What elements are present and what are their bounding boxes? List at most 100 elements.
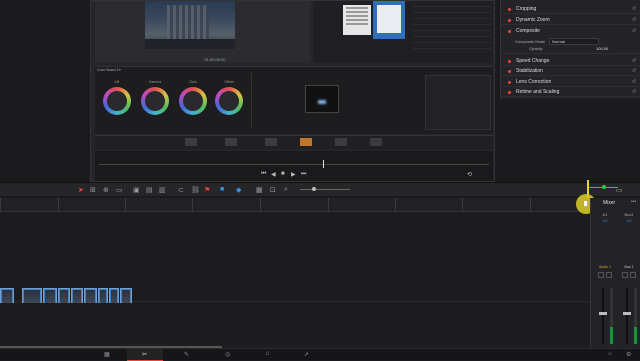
inspector-speed-change[interactable]: Speed Change ↺ (501, 56, 640, 66)
composite-mode-select[interactable]: Normal (549, 38, 599, 45)
mini-thumb[interactable] (335, 138, 347, 146)
enable-dot[interactable] (508, 59, 511, 63)
skip-end-icon[interactable]: ⏭ (301, 171, 306, 178)
home-icon[interactable]: ⌂ (608, 351, 612, 357)
skip-start-icon[interactable]: ⏮ (261, 171, 266, 178)
inspector-cropping[interactable]: Cropping ↺ (501, 4, 640, 14)
offset-wheel[interactable] (215, 87, 243, 115)
audio-track[interactable] (0, 303, 590, 343)
playhead[interactable] (323, 160, 324, 168)
detail-zoom-icon[interactable]: ⊡ (270, 186, 276, 194)
inspector-panel: Cropping ↺ Dynamic Zoom ↺ Composite ↺ Co… (500, 0, 640, 99)
reset-icon[interactable]: ↺ (632, 68, 636, 74)
mini-thumb[interactable] (185, 138, 197, 146)
mini-thumb[interactable] (370, 138, 382, 146)
blade-tool-icon[interactable]: ▭ (116, 186, 123, 194)
media-page-icon[interactable]: ▦ (104, 351, 110, 358)
overwrite-clip-icon[interactable]: ▤ (146, 186, 153, 194)
settings-icon[interactable]: ⚙ (626, 351, 631, 358)
timecode-ruler[interactable]: 01:00:00 01:06:24:00 01:08:32:00 01:10:4… (0, 198, 590, 216)
clip-strip (95, 135, 493, 149)
channel-value[interactable]: 0.0 (594, 219, 616, 223)
enable-dot[interactable] (508, 80, 511, 84)
stop-icon[interactable]: ■ (281, 171, 285, 177)
solo-button[interactable] (630, 272, 636, 278)
deliver-page-icon[interactable]: ➚ (304, 351, 309, 358)
mixer-title: Mixer (603, 200, 616, 206)
edit-page-icon[interactable]: ✎ (184, 351, 189, 358)
fader-track[interactable] (602, 288, 604, 344)
gain-wheel[interactable] (179, 87, 207, 115)
inspector-lens-correction[interactable]: Lens Correction ↺ (501, 77, 640, 87)
video-track[interactable]: 00... C... C... C... C... C... 00... C. (0, 212, 590, 318)
curves-panel (251, 73, 301, 128)
reset-icon[interactable]: ↺ (632, 17, 636, 23)
preview-window: 01:00:00:00 Color Board 1b Lift Gamma Ga… (90, 0, 495, 182)
inspector-item-label: Composite (516, 28, 540, 34)
snapping-icon[interactable]: ⊂ (178, 186, 184, 194)
enable-dot[interactable] (508, 18, 511, 22)
inspector-stabilization[interactable]: Stabilization ↺ (501, 66, 640, 76)
channel-value[interactable]: 0.0 (618, 219, 640, 223)
custom-zoom-icon[interactable]: ⌕ (284, 186, 288, 194)
page-navigation-bar: ▦ ✂ ✎ ◎ ♫ ➚ ⌂ ⚙ (0, 348, 640, 361)
inspector-item-label: Speed Change (516, 58, 550, 64)
enable-dot[interactable] (508, 29, 511, 33)
insert-clip-icon[interactable]: ▣ (133, 186, 140, 194)
solo-button[interactable] (606, 272, 612, 278)
step-back-icon[interactable]: ◀ (271, 171, 276, 178)
dynamic-trim-icon[interactable]: ⊕ (103, 186, 109, 194)
mute-button[interactable] (598, 272, 604, 278)
enable-dot[interactable] (508, 90, 511, 94)
marker-icon[interactable]: ◆ (236, 186, 241, 194)
reset-icon[interactable]: ↺ (632, 89, 636, 95)
composite-mode-label: Composite Mode (515, 39, 546, 44)
selection-tool-icon[interactable]: ➤ (78, 186, 84, 194)
mini-thumb[interactable] (225, 138, 237, 146)
inner-right-panel (313, 1, 493, 63)
reset-icon[interactable]: ↺ (632, 6, 636, 12)
lift-wheel[interactable] (103, 87, 131, 115)
timeline-area[interactable]: 01:00:00 01:06:24:00 01:08:32:00 01:10:4… (0, 198, 590, 348)
reset-icon[interactable]: ↺ (632, 28, 636, 34)
inspector-item-label: Stabilization (516, 68, 543, 74)
zoom-slider[interactable] (300, 189, 350, 190)
inner-inspector (413, 1, 491, 63)
trim-tool-icon[interactable]: ⊞ (90, 186, 96, 194)
color-panel-label: Color Board 1b (97, 68, 121, 72)
inspector-retime-scaling[interactable]: Retime and Scaling ↺ (501, 87, 640, 97)
mixer-panel: Mixer ••• A1 0.0 Audio 1 Bus1 0.0 Bus 1 (590, 198, 640, 348)
scrub-bar[interactable] (99, 164, 489, 165)
reset-icon[interactable]: ↺ (632, 79, 636, 85)
mini-thumb[interactable] (265, 138, 277, 146)
enable-dot[interactable] (508, 7, 511, 11)
fader-knob[interactable] (599, 312, 607, 315)
fairlight-page-icon[interactable]: ♫ (265, 351, 270, 357)
node-panel (425, 75, 491, 130)
replace-clip-icon[interactable]: ▥ (159, 186, 166, 194)
inspector-item-label: Cropping (516, 6, 537, 12)
channel-name: A1 (602, 212, 608, 217)
loop-icon[interactable]: ⟲ (467, 171, 472, 178)
fader-track[interactable] (626, 288, 628, 344)
reset-icon[interactable]: ↺ (632, 58, 636, 64)
cut-page-icon[interactable]: ✂ (142, 351, 147, 358)
play-icon[interactable]: ▶ (291, 171, 296, 178)
position-lock-icon[interactable]: ⚑ (204, 186, 210, 194)
opacity-value[interactable]: 100.00 (596, 46, 608, 51)
zoom-slider-knob[interactable] (312, 187, 316, 191)
inspector-dynamic-zoom[interactable]: Dynamic Zoom ↺ (501, 15, 640, 25)
fusion-page-icon[interactable]: ◎ (225, 351, 230, 358)
more-options-icon[interactable]: ••• (631, 199, 636, 205)
mute-button[interactable] (622, 272, 628, 278)
linked-selection-icon[interactable]: ⛓ (191, 186, 200, 194)
mixer-channel-a1: A1 0.0 Audio 1 (594, 210, 616, 348)
blue-panel (373, 1, 405, 39)
full-zoom-icon[interactable]: ▦ (256, 186, 263, 194)
flag-icon[interactable]: ■ (220, 186, 224, 193)
level-meter (634, 288, 637, 344)
enable-dot[interactable] (508, 69, 511, 73)
gamma-wheel[interactable] (141, 87, 169, 115)
fader-knob[interactable] (623, 312, 631, 315)
mini-thumb-selected[interactable] (300, 138, 312, 146)
